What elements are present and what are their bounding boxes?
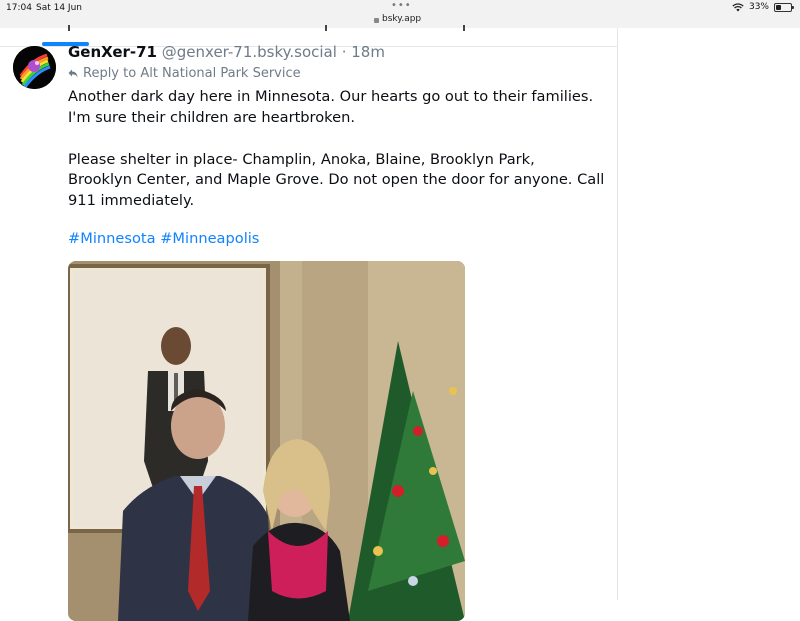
post-header: GenXer-71 @genxer-71.bsky.social · 18m (68, 43, 385, 61)
address-bar[interactable]: bsky.app (374, 14, 421, 24)
hashtag-link[interactable]: #Minneapolis (160, 230, 259, 247)
reply-arrow-icon (68, 69, 78, 78)
lock-icon (374, 17, 379, 23)
feed-column: GenXer-71 @genxer-71.bsky.social · 18m R… (0, 25, 618, 621)
post-image[interactable] (68, 261, 465, 621)
status-date: Sat 14 Jun (36, 3, 82, 13)
header-separator: · (341, 43, 347, 61)
tab-stub (463, 25, 465, 31)
more-dots-icon[interactable]: ••• (391, 0, 412, 11)
post-photo (68, 261, 465, 621)
wifi-icon (732, 2, 744, 11)
post-text-line: Another dark day here in Minnesota. Our … (68, 88, 594, 105)
address-url: bsky.app (382, 14, 422, 24)
post-text-line: Brooklyn Center, and Maple Grove. Do not… (68, 171, 605, 189)
status-bar: 17:04 Sat 14 Jun ••• bsky.app 33% (0, 0, 800, 28)
post-text-line: 911 immediately. (68, 192, 195, 210)
battery-percent: 33% (748, 2, 769, 12)
hashtag-link[interactable]: #Minnesota (68, 230, 156, 247)
reply-context[interactable]: Reply to Alt National Park Service (68, 66, 301, 81)
avatar[interactable] (13, 46, 56, 89)
author-handle[interactable]: @genxer-71.bsky.social (162, 43, 337, 61)
post-text: Another dark day here in Minnesota. Our … (68, 87, 608, 212)
tab-stub (68, 25, 70, 31)
battery-fill (776, 4, 781, 10)
post-age[interactable]: 18m (351, 43, 385, 61)
post-text-line: Please shelter in place- Champlin, Anoka… (68, 150, 535, 168)
author-name[interactable]: GenXer-71 (68, 43, 157, 61)
tab-stub (325, 25, 327, 31)
post-text-line: I'm sure their children are heartbroken. (68, 108, 355, 126)
status-time: 17:04 (6, 3, 32, 13)
hashtags: #Minnesota #Minneapolis (68, 230, 259, 247)
battery-icon (774, 2, 794, 12)
avatar-image (13, 46, 56, 89)
status-right: 33% (732, 2, 794, 12)
reply-to-label: Reply to Alt National Park Service (83, 66, 301, 81)
